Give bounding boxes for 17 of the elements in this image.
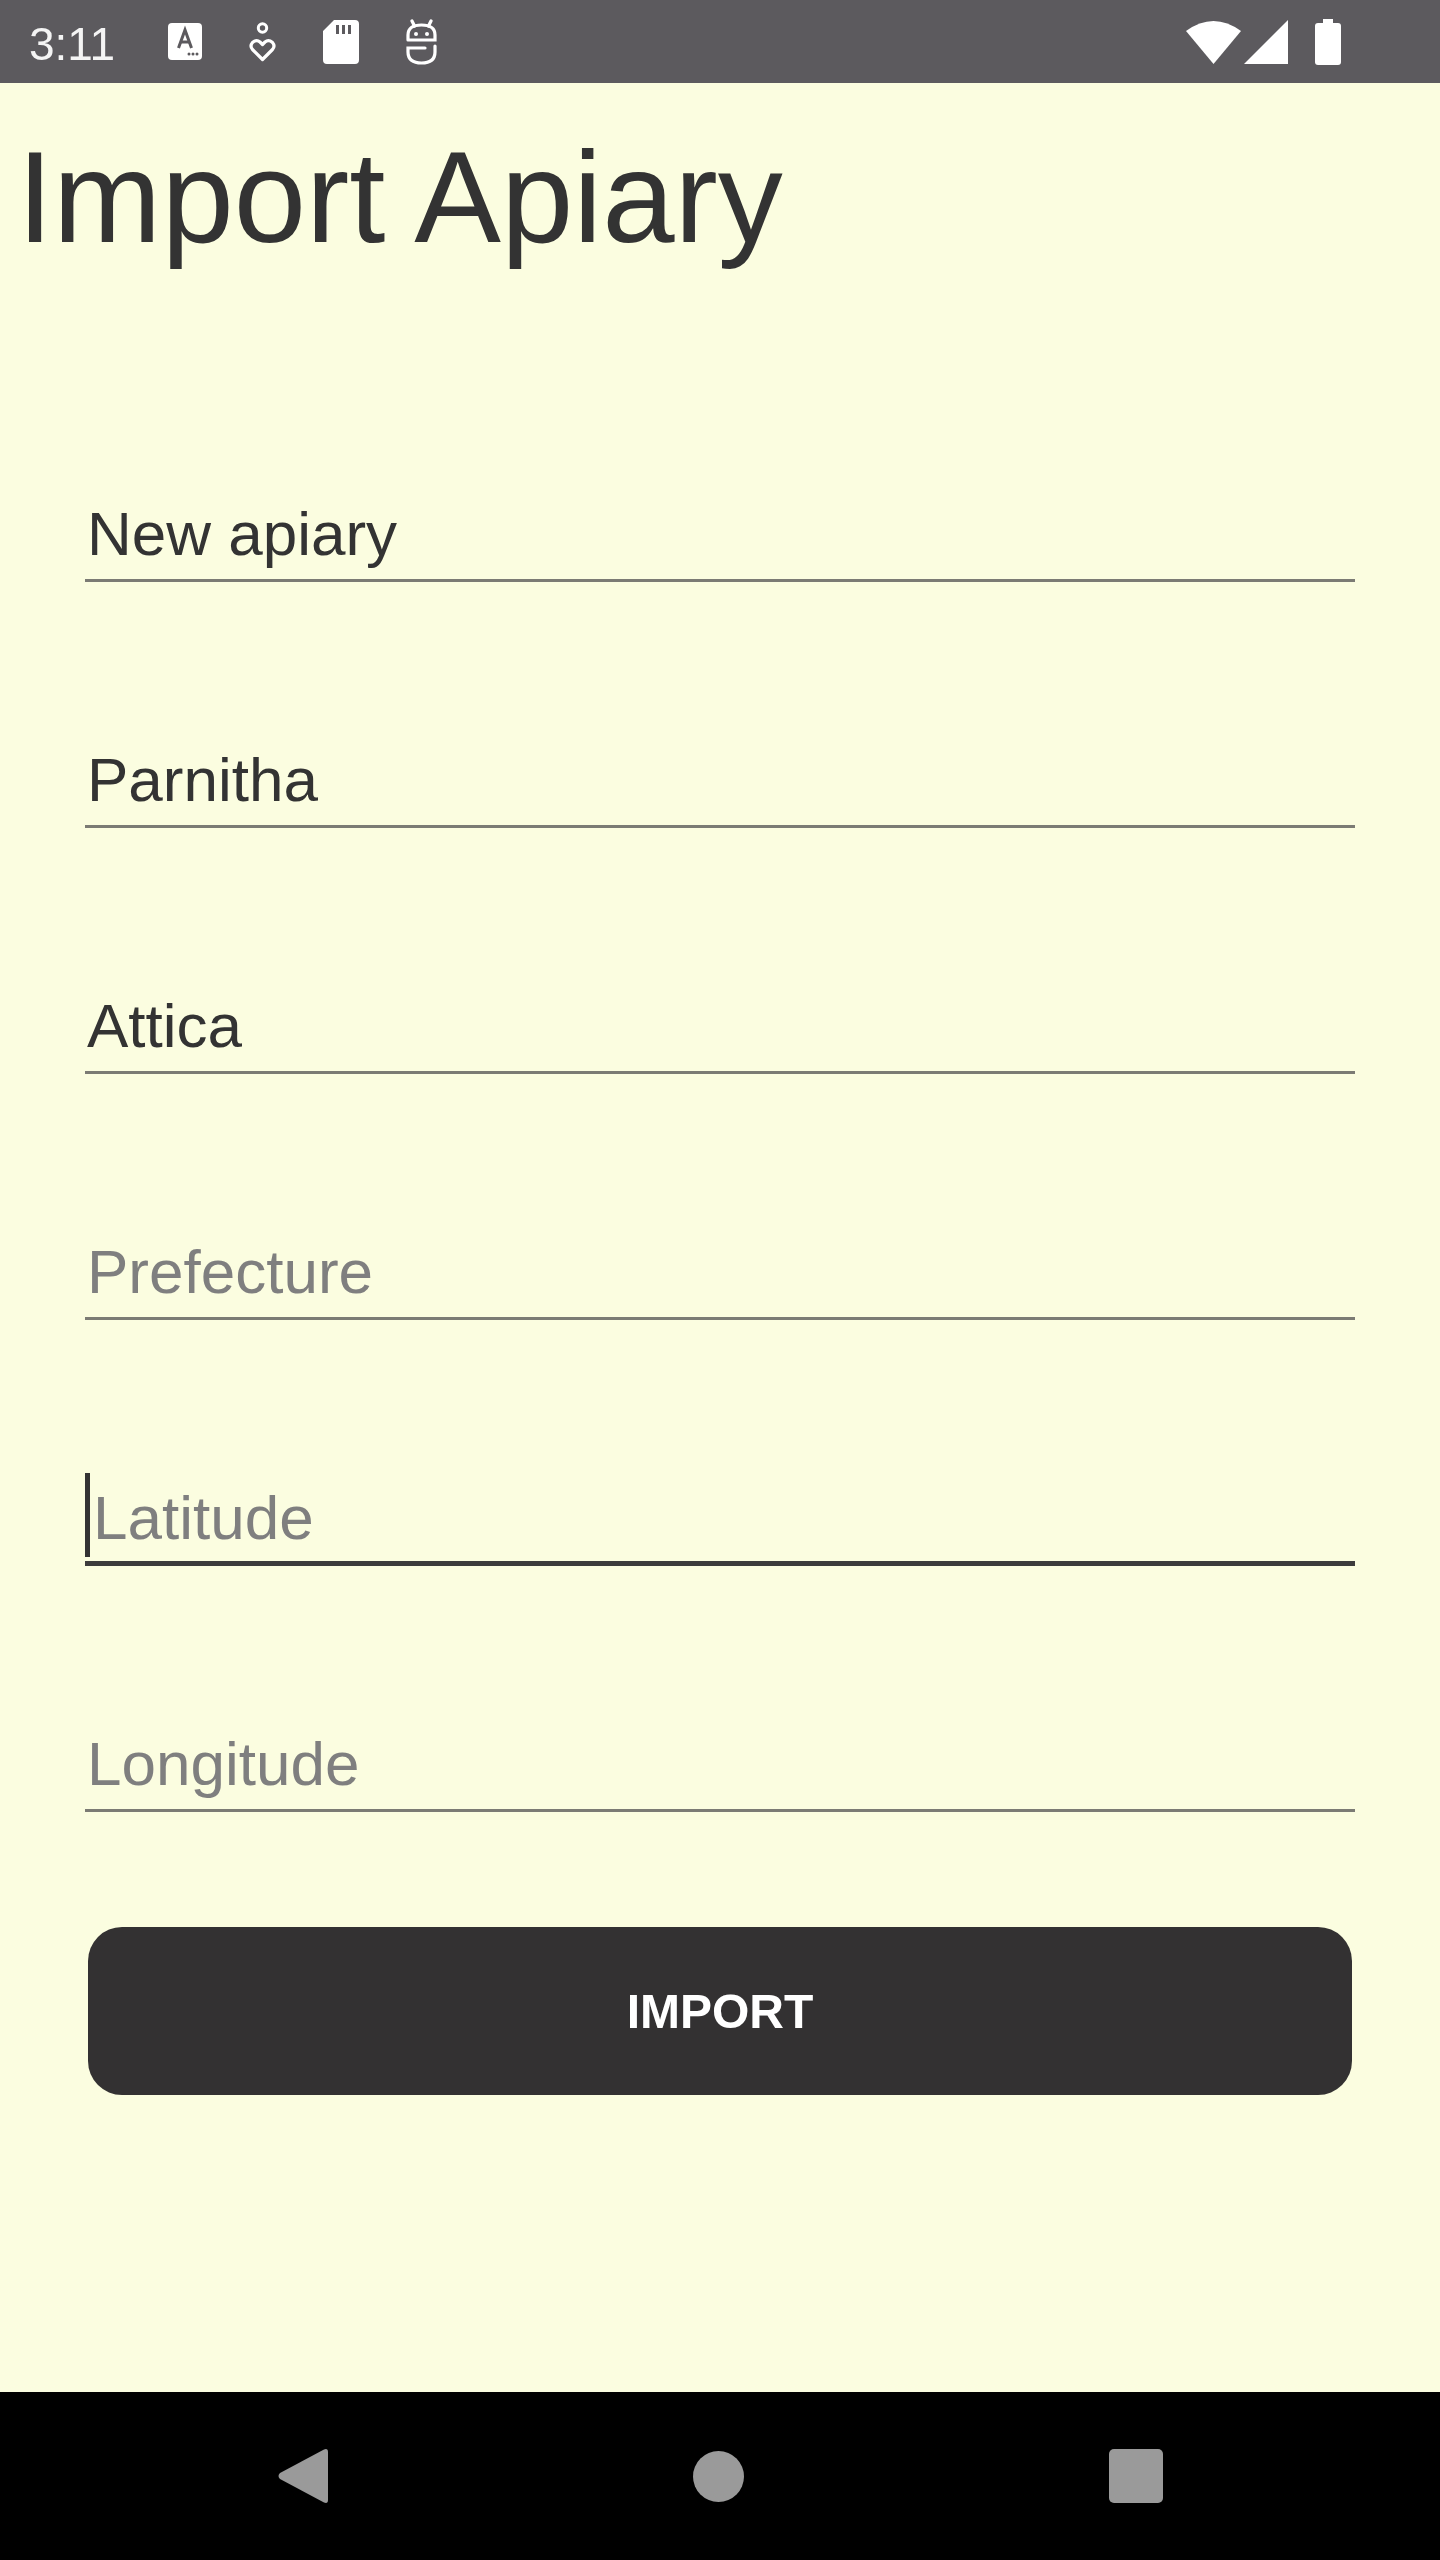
home-icon[interactable] bbox=[693, 2450, 744, 2502]
page-title: Import Apiary bbox=[17, 123, 783, 272]
signal-icon bbox=[1244, 19, 1288, 64]
sd-card-icon bbox=[323, 19, 360, 64]
input-field[interactable]: Parnitha bbox=[85, 724, 1355, 828]
input-field[interactable]: Attica bbox=[85, 970, 1355, 1074]
letter-tile-icon bbox=[168, 23, 203, 60]
status-time: 3:11 bbox=[29, 20, 116, 67]
robot-face-icon bbox=[405, 18, 439, 65]
import-button[interactable]: IMPORT bbox=[88, 1927, 1352, 2095]
input-field[interactable]: Prefecture bbox=[85, 1216, 1355, 1320]
back-icon[interactable] bbox=[277, 2448, 328, 2504]
battery-icon bbox=[1315, 18, 1341, 65]
input-field[interactable]: Longitude bbox=[85, 1708, 1355, 1812]
input-field[interactable]: New apiary bbox=[85, 478, 1355, 582]
person-heart-icon bbox=[248, 21, 278, 62]
wifi-icon bbox=[1186, 19, 1241, 64]
